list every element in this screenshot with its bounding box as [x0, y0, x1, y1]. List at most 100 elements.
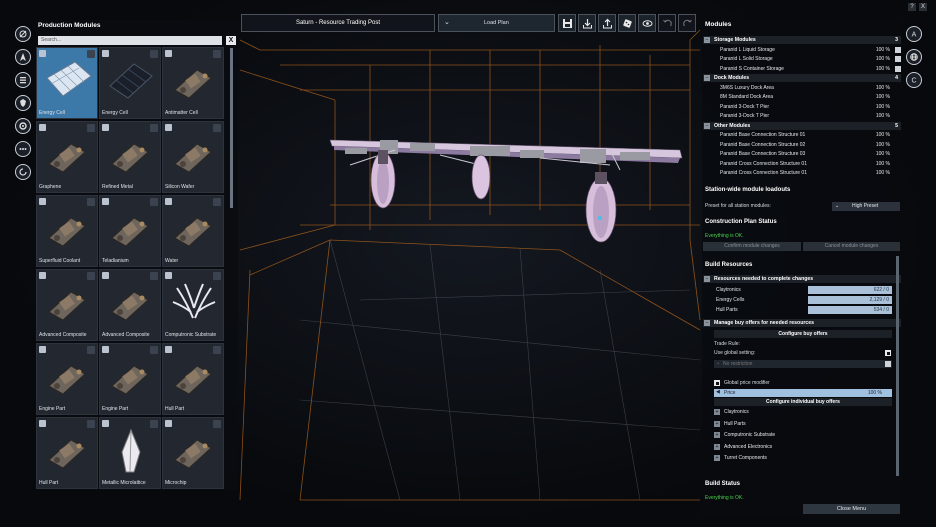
module-row[interactable]: 8M Standard Dock Area 100 %: [714, 93, 892, 101]
no-restriction-label: No restriction: [723, 361, 753, 367]
module-tile-label: Hull Part: [165, 406, 185, 412]
resources-needed-header[interactable]: − Resources needed to complete changes: [703, 275, 901, 283]
randomize-button[interactable]: [618, 14, 636, 32]
module-tile-label: Water: [165, 258, 179, 264]
module-row[interactable]: Paranid Base Connection Structure 01 100 …: [714, 131, 892, 139]
toggle-view-button[interactable]: [638, 14, 656, 32]
buy-offer-row[interactable]: + Computronic Substrate: [714, 431, 892, 440]
globe-icon[interactable]: [906, 49, 922, 65]
module-name: Paranid L Liquid Storage: [720, 46, 775, 53]
module-tile[interactable]: Engine Part: [99, 343, 161, 415]
module-tile[interactable]: Antimatter Cell: [162, 47, 224, 119]
buy-offer-row[interactable]: + Claytronics: [714, 408, 892, 417]
module-tile[interactable]: Computronic Substrate: [162, 269, 224, 341]
module-tile[interactable]: Silicon Wafer: [162, 121, 224, 193]
module-row[interactable]: Paranid 3-Dock T Pier 100 %: [714, 103, 892, 111]
import-plan-button[interactable]: [578, 14, 596, 32]
edit-icon[interactable]: [895, 46, 901, 53]
module-tile[interactable]: Energy Cell: [36, 47, 98, 119]
buy-offer-row[interactable]: + Advanced Electronics: [714, 443, 892, 452]
module-tile[interactable]: Hull Part: [36, 417, 98, 489]
module-category-header[interactable]: − Other Modules 5: [703, 121, 901, 130]
confirm-changes-button[interactable]: Confirm module changes: [703, 242, 801, 251]
credits-icon[interactable]: C: [906, 72, 922, 88]
module-row[interactable]: Paranid 3-Dock T Pier 100 %: [714, 112, 892, 120]
redo-button[interactable]: [678, 14, 696, 32]
list-icon[interactable]: [15, 72, 31, 88]
module-tile[interactable]: Graphene: [36, 121, 98, 193]
build-icon[interactable]: A: [906, 26, 922, 42]
save-icon: [562, 18, 572, 28]
cancel-changes-button[interactable]: Cancel module changes: [803, 242, 900, 251]
module-completion: 100 %: [875, 113, 890, 119]
buy-offer-name: Advanced Electronics: [724, 443, 773, 450]
modules-panel-scrollbar[interactable]: [896, 256, 899, 476]
module-tile[interactable]: Energy Cell: [99, 47, 161, 119]
module-search-input[interactable]: Search...: [38, 36, 222, 45]
module-tile[interactable]: Superfluid Coolant: [36, 195, 98, 267]
import-icon: [582, 18, 592, 28]
collapse-icon: −: [704, 276, 710, 282]
module-row[interactable]: Paranid S Container Storage 100 %: [714, 65, 901, 73]
collapse-icon: −: [704, 75, 710, 81]
edit-icon[interactable]: [895, 65, 901, 72]
manage-offers-header[interactable]: − Manage buy offers for needed resources: [703, 319, 901, 327]
station-name-field[interactable]: Saturn - Resource Trading Post: [241, 14, 435, 32]
module-name: Paranid L Solid Storage: [720, 56, 773, 62]
module-tile[interactable]: Refined Metal: [99, 121, 161, 193]
shield-icon[interactable]: [15, 95, 31, 111]
build-icon[interactable]: [15, 26, 31, 42]
module-row[interactable]: Paranid Cross Connection Structure 01 100…: [714, 169, 892, 177]
module-row[interactable]: Paranid L Liquid Storage 100 %: [714, 46, 901, 54]
module-name: 8M Standard Dock Area: [720, 94, 774, 100]
settings-icon[interactable]: [15, 118, 31, 134]
module-tile[interactable]: Advanced Composite: [99, 269, 161, 341]
more-icon[interactable]: [15, 141, 31, 157]
module-row[interactable]: Paranid Base Connection Structure 02 100 …: [714, 141, 892, 149]
module-tile[interactable]: Metallic Microlattice: [99, 417, 161, 489]
load-plan-dropdown[interactable]: ⌄ Load Plan: [438, 14, 555, 32]
module-row[interactable]: Paranid Cross Connection Structure 01 100…: [714, 160, 892, 168]
export-plan-button[interactable]: [598, 14, 616, 32]
module-row[interactable]: Paranid L Solid Storage 100 %: [714, 55, 901, 63]
module-row[interactable]: 3M6S Luxury Dock Area 100 %: [714, 84, 892, 92]
module-category-header[interactable]: − Storage Modules 3: [703, 36, 901, 44]
edit-icon[interactable]: [895, 56, 901, 62]
edit-icon[interactable]: [885, 361, 891, 367]
buy-offer-name: Hull Parts: [724, 420, 746, 427]
module-list-scrollbar[interactable]: [230, 48, 233, 208]
global-price-checkbox[interactable]: [714, 380, 720, 386]
module-completion: 100 %: [875, 56, 890, 62]
module-row[interactable]: Paranid Base Connection Structure 03 100 …: [714, 150, 892, 158]
buy-offer-row[interactable]: + Hull Parts: [714, 420, 892, 429]
module-tile[interactable]: Engine Part: [36, 343, 98, 415]
export-icon: [602, 18, 612, 28]
resource-progress-bar: 622 / 0: [808, 286, 892, 294]
module-tile[interactable]: Hull Part: [162, 343, 224, 415]
module-tile[interactable]: Advanced Composite: [36, 269, 98, 341]
module-name: Paranid Base Connection Structure 01: [720, 132, 806, 138]
search-clear-button[interactable]: X: [226, 36, 236, 45]
module-tile[interactable]: Microchip: [162, 417, 224, 489]
module-tile-label: Metallic Microlattice: [102, 480, 146, 486]
use-global-checkbox[interactable]: [885, 350, 891, 356]
navigation-icon[interactable]: [15, 49, 31, 65]
module-completion: 100 %: [875, 84, 890, 91]
close-window-button[interactable]: X: [919, 3, 927, 11]
refresh-icon[interactable]: [15, 164, 31, 180]
preset-dropdown[interactable]: ⌄ High Preset: [832, 202, 900, 211]
module-category-header[interactable]: − Dock Modules 4: [703, 74, 901, 82]
undo-button[interactable]: [658, 14, 676, 32]
save-plan-button[interactable]: [558, 14, 576, 32]
expand-icon: +: [714, 420, 720, 427]
module-completion: 100 %: [875, 65, 890, 72]
close-menu-button[interactable]: Close Menu: [803, 504, 900, 514]
help-button[interactable]: ?: [908, 3, 916, 11]
trade-rule-label: Trade Rule:: [714, 341, 740, 347]
price-slider[interactable]: ◀ Price 100 %: [714, 389, 892, 397]
trade-rule-dropdown[interactable]: ⌄ No restriction: [714, 360, 892, 368]
module-tile[interactable]: Water: [162, 195, 224, 267]
module-tile[interactable]: Teladianium: [99, 195, 161, 267]
station-model: [329, 139, 683, 243]
buy-offer-row[interactable]: + Turret Components: [714, 454, 892, 463]
